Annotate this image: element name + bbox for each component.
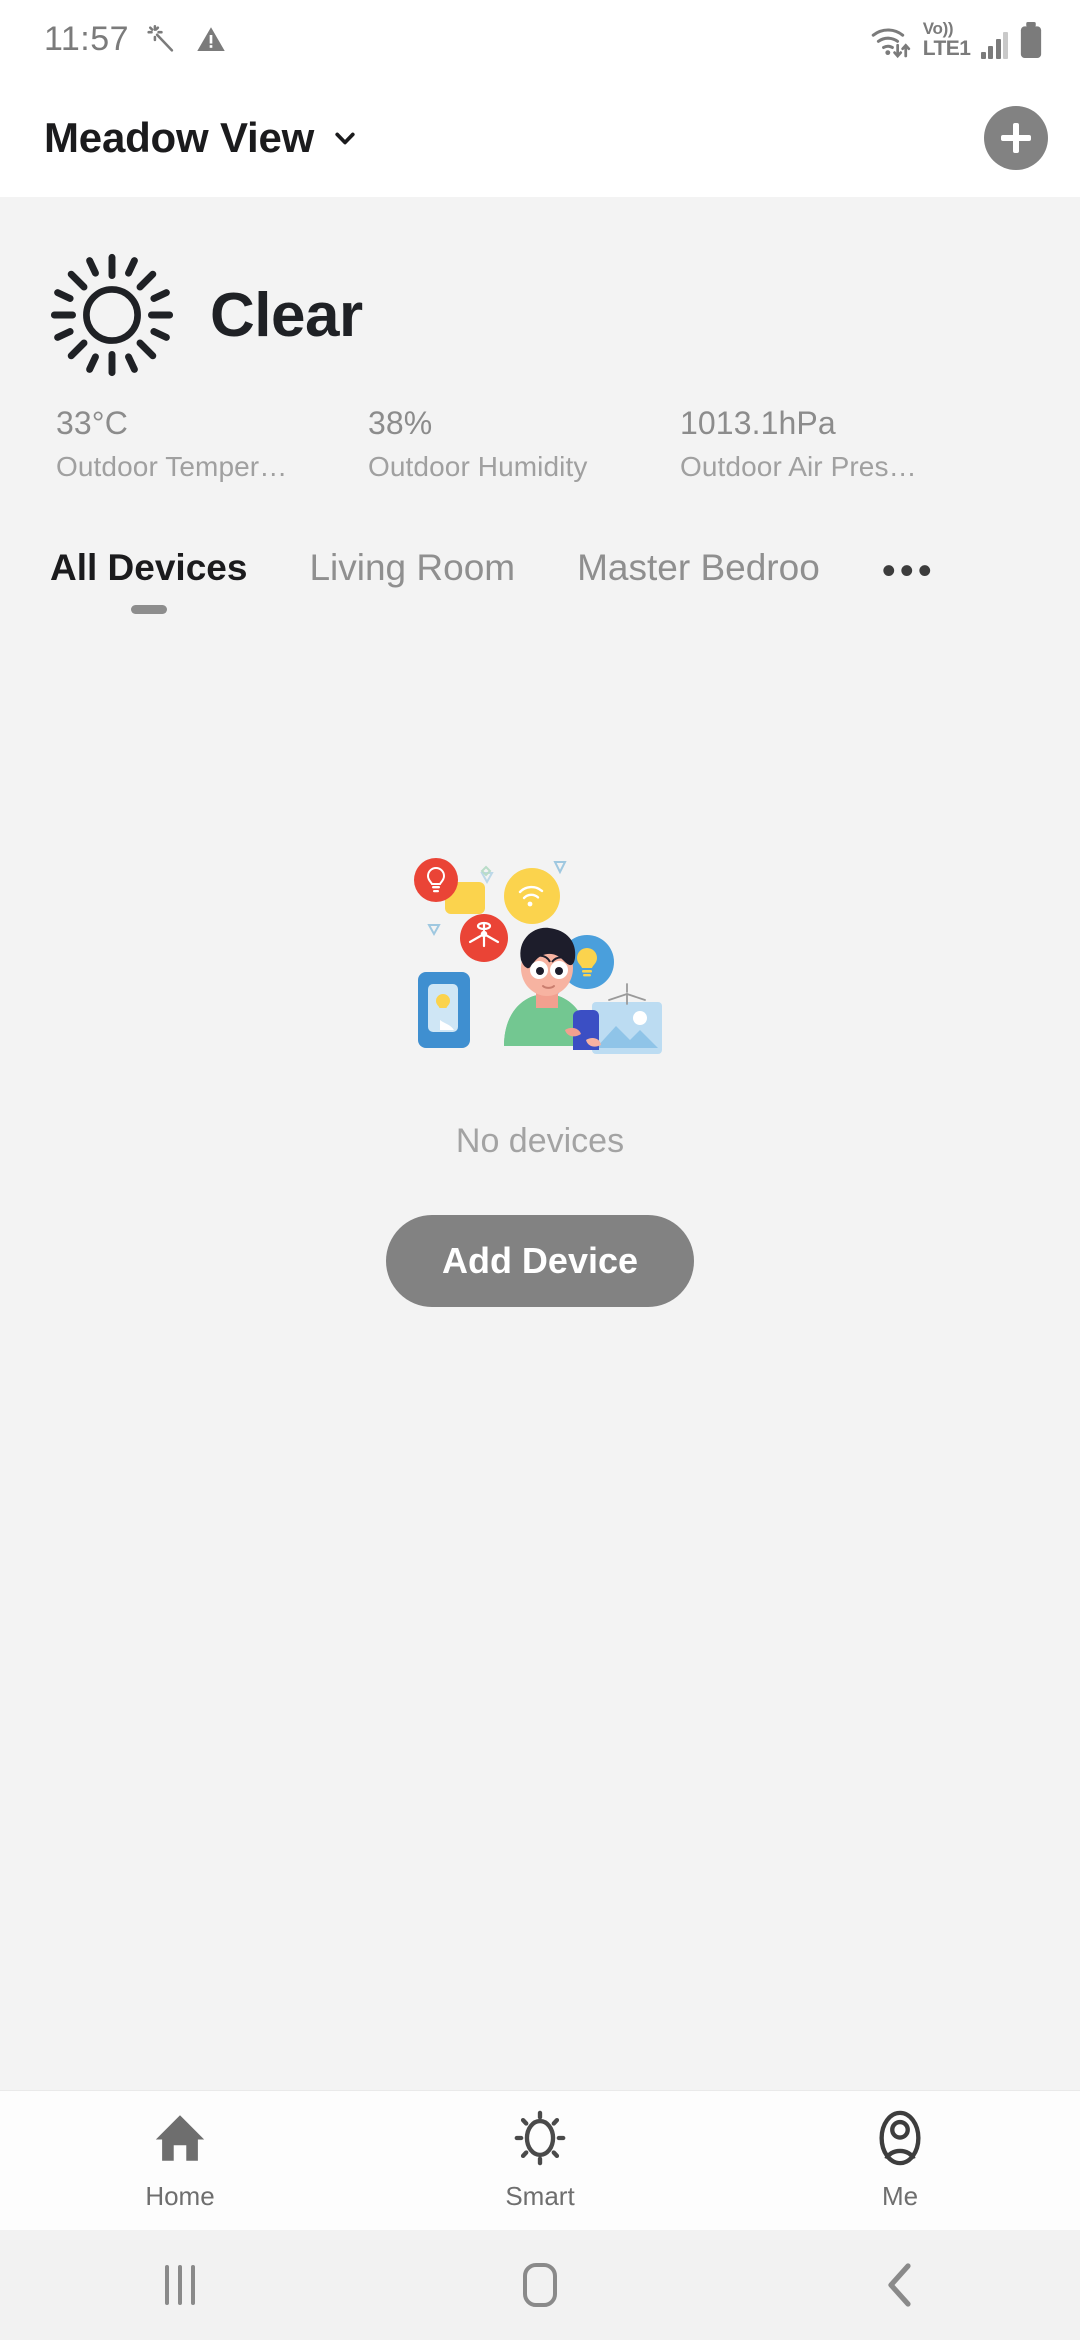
status-bar: 11:57 Vo)) LTE1 xyxy=(0,0,1080,78)
weather-main: Clear xyxy=(0,251,1080,379)
home-selector[interactable]: Meadow View xyxy=(44,114,362,162)
stat-value: 33°C xyxy=(56,405,128,441)
system-back-button[interactable] xyxy=(720,2261,1080,2309)
tabs-overflow-button[interactable]: ••• xyxy=(882,551,936,591)
weather-stat-temperature: 33°C Outdoor Temper… xyxy=(56,405,368,483)
status-bar-right: Vo)) LTE1 xyxy=(871,20,1044,59)
person-circle-icon xyxy=(879,2110,921,2166)
weather-stat-humidity: 38% Outdoor Humidity xyxy=(368,405,680,483)
no-devices-message: No devices xyxy=(455,1122,625,1160)
stat-value: 38% xyxy=(368,405,433,441)
system-navigation-bar xyxy=(0,2230,1080,2340)
brightness-sun-icon xyxy=(514,2110,566,2166)
nav-label: Home xyxy=(145,2181,215,2211)
status-bar-left: 11:57 xyxy=(44,20,227,59)
stat-label: Outdoor Temper… xyxy=(56,451,288,482)
home-name-label: Meadow View xyxy=(44,113,315,161)
tab-label: Master Bedroo xyxy=(577,547,820,588)
weather-stat-pressure: 1013.1hPa Outdoor Air Pres… xyxy=(680,405,992,483)
add-button[interactable] xyxy=(984,105,1048,170)
status-time: 11:57 xyxy=(44,19,130,58)
house-icon xyxy=(155,2115,205,2161)
room-tabs: All Devices Living Room Master Bedroo ••… xyxy=(0,547,1080,614)
recents-icon xyxy=(165,2265,195,2305)
volte-label: Vo)) xyxy=(922,18,954,38)
back-chevron-icon xyxy=(888,2263,911,2307)
add-device-button[interactable]: Add Device xyxy=(385,1215,695,1307)
signal-bars-icon xyxy=(980,31,1008,59)
stat-label: Outdoor Humidity xyxy=(368,451,588,482)
weather-condition: Clear xyxy=(210,280,363,350)
tab-master-bedroom[interactable]: Master Bedroo xyxy=(577,547,820,614)
sun-icon xyxy=(50,253,174,377)
weather-panel[interactable]: Clear 33°C Outdoor Temper… 38% Outdoor H… xyxy=(0,197,1080,483)
smart-home-person-illustration xyxy=(414,858,662,1054)
tab-label: All Devices xyxy=(50,547,248,588)
tab-all-devices[interactable]: All Devices xyxy=(50,547,247,614)
nav-label: Me xyxy=(881,2181,919,2211)
stat-value: 1013.1hPa xyxy=(680,405,836,441)
bottom-navigation: Home Smart Me xyxy=(0,2090,1080,2230)
phone-screen: 11:57 Vo)) LTE1 Meadow View Clear 33°C O… xyxy=(0,0,1080,2340)
nav-item-me[interactable]: Me xyxy=(720,2109,1080,2212)
warning-triangle-icon xyxy=(197,27,225,51)
home-square-icon xyxy=(523,2263,557,2307)
weather-stats: 33°C Outdoor Temper… 38% Outdoor Humidit… xyxy=(0,405,1080,483)
nav-label: Smart xyxy=(505,2181,575,2211)
wifi-data-icon xyxy=(871,27,910,58)
tab-active-indicator xyxy=(130,605,167,614)
chevron-down-icon xyxy=(335,132,355,144)
tab-active-indicator xyxy=(680,605,716,614)
tab-active-indicator xyxy=(394,605,430,614)
system-home-button[interactable] xyxy=(360,2263,720,2307)
magic-wand-icon xyxy=(147,24,174,52)
tab-label: Living Room xyxy=(309,547,516,588)
empty-state: No devices Add Device xyxy=(0,614,1080,2090)
network-type-label: Vo)) LTE1 xyxy=(923,20,971,59)
tab-living-room[interactable]: Living Room xyxy=(309,547,515,614)
lte-label: LTE1 xyxy=(922,36,971,60)
system-recents-button[interactable] xyxy=(0,2265,360,2305)
battery-icon xyxy=(1020,21,1042,58)
app-header: Meadow View xyxy=(0,78,1080,197)
nav-item-smart[interactable]: Smart xyxy=(360,2109,720,2212)
nav-item-home[interactable]: Home xyxy=(0,2109,360,2212)
page-body: Clear 33°C Outdoor Temper… 38% Outdoor H… xyxy=(0,197,1080,2090)
stat-label: Outdoor Air Pres… xyxy=(680,451,917,482)
